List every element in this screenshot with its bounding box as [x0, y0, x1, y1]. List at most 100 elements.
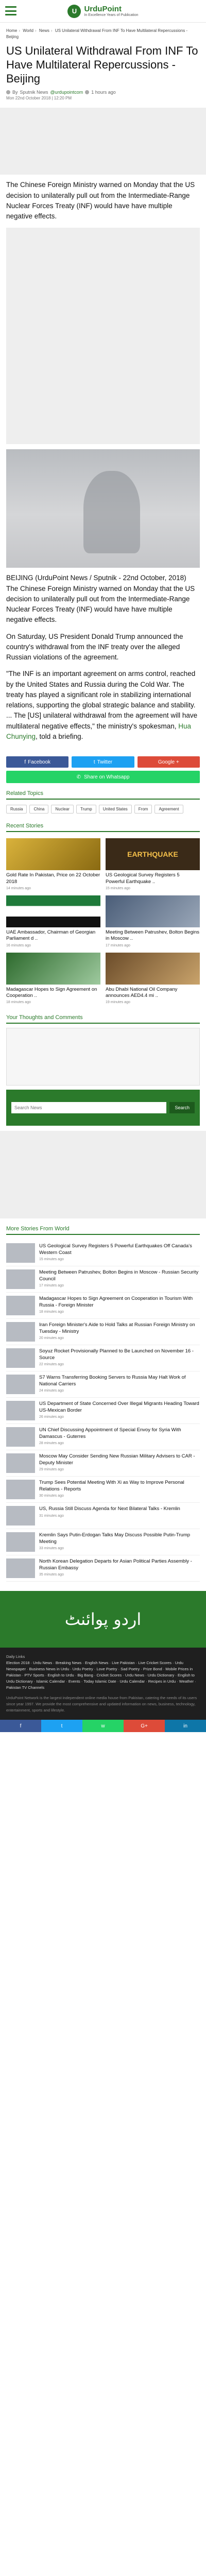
story-title: Kremlin Says Putin-Erdogan Talks May Dis… — [39, 1532, 191, 1545]
story-time: 18 minutes ago — [6, 1001, 31, 1005]
recent-story-card[interactable]: EARTHQUAKE US Geological Survey Register… — [106, 838, 200, 890]
clock-icon — [85, 90, 90, 95]
search-input[interactable] — [11, 1102, 167, 1114]
comments-heading: Your Thoughts and Comments — [6, 1014, 200, 1024]
list-item[interactable]: Iran Foreign Minister's Aide to Hold Tal… — [6, 1319, 200, 1346]
tag-nuclear[interactable]: Nuclear — [51, 805, 74, 814]
bottom-share-bar: f t w G+ in — [0, 1720, 206, 1733]
story-time: 17 minutes ago — [39, 1283, 64, 1287]
list-item[interactable]: US Geological Survey Registers 5 Powerfu… — [6, 1240, 200, 1267]
list-item[interactable]: Kremlin Says Putin-Erdogan Talks May Dis… — [6, 1529, 200, 1556]
list-item[interactable]: Meeting Between Patrushev, Bolton Begins… — [6, 1266, 200, 1293]
page-title: US Unilateral Withdrawal From INF To Hav… — [6, 44, 198, 85]
google-plus-icon[interactable]: G+ — [124, 1720, 165, 1733]
top-bar: U UrduPoint In Excellence Years of Publi… — [0, 0, 206, 23]
recent-story-card[interactable]: Gold Rate In Pakistan, Price on 22 Octob… — [6, 838, 100, 890]
tag-united-states[interactable]: United States — [98, 805, 132, 814]
story-title: US, Russia Still Discuss Agenda for Next… — [39, 1506, 180, 1512]
story-time: 31 minutes ago — [39, 1514, 64, 1518]
recent-story-card[interactable]: Madagascar Hopes to Sign Agreement on Co… — [6, 952, 100, 1005]
linkedin-icon[interactable]: in — [165, 1720, 206, 1733]
facebook-icon: f — [24, 759, 26, 765]
footer-links[interactable]: Election 2018 · Urdu News · Breaking New… — [6, 1660, 200, 1691]
related-topics-tags: Russia China Nuclear Trump United States… — [0, 803, 206, 816]
list-item[interactable]: UN Chief Discussing Appointment of Speci… — [6, 1424, 200, 1451]
facebook-share-button[interactable]: f Facebook — [6, 756, 69, 768]
article-lead: The Chinese Foreign Ministry warned on M… — [6, 181, 195, 221]
twitter-share-button[interactable]: t Twitter — [72, 756, 134, 768]
byline: By Sputnik News @urdupointcom 1 hours ag… — [0, 88, 206, 95]
breadcrumb-news[interactable]: News — [39, 28, 49, 33]
breadcrumb-home[interactable]: Home — [6, 28, 17, 33]
article-paragraph-3: "The INF is an important agreement on ar… — [6, 669, 200, 742]
list-item[interactable]: US, Russia Still Discuss Agenda for Next… — [6, 1503, 200, 1530]
story-thumbnail — [6, 1401, 35, 1421]
story-time: 35 minutes ago — [39, 1572, 64, 1577]
story-thumbnail — [6, 895, 100, 927]
quote-end: , told a briefing. — [36, 732, 83, 740]
recent-story-card[interactable]: Abu Dhabi National Oil Company announces… — [106, 952, 200, 1004]
site-logo[interactable]: U UrduPoint In Excellence Years of Publi… — [67, 4, 139, 18]
breadcrumb: Home › World › News › US Unilateral Withdra… — [6, 28, 188, 39]
breadcrumb-world[interactable]: World — [23, 28, 33, 33]
story-time: 17 minutes ago — [106, 943, 130, 947]
tag-from[interactable]: From — [134, 805, 152, 814]
whatsapp-share-button[interactable]: ✆ Share on Whatsapp — [6, 771, 200, 784]
comments-box[interactable] — [6, 1028, 200, 1086]
google-share-button[interactable]: Google + — [137, 756, 200, 768]
author-handle[interactable]: @urdupointcom — [50, 90, 83, 95]
author-icon — [6, 90, 10, 95]
ad-banner-bottom — [0, 1131, 206, 1219]
article-photo — [6, 449, 200, 568]
list-item[interactable]: Moscow May Consider Sending New Russian … — [6, 1450, 200, 1477]
list-item[interactable]: North Korean Delegation Departs for Asia… — [6, 1555, 200, 1582]
story-title: Trump Sees Potential Meeting With Xi as … — [39, 1480, 184, 1492]
story-title: Abu Dhabi National Oil Company announces… — [106, 986, 178, 998]
recent-story-card[interactable]: UAE Ambassador, Chairman of Georgian Par… — [6, 895, 100, 947]
story-time: 24 minutes ago — [39, 1388, 64, 1393]
story-thumbnail — [6, 1427, 35, 1447]
author-prefix: By — [12, 90, 18, 95]
share-row: f Facebook t Twitter Google + — [0, 756, 206, 768]
search-button[interactable]: Search — [169, 1102, 195, 1114]
list-item[interactable]: Trump Sees Potential Meeting With Xi as … — [6, 1477, 200, 1503]
story-title: UN Chief Discussing Appointment of Speci… — [39, 1427, 181, 1439]
story-title: US Geological Survey Registers 5 Powerfu… — [39, 1243, 192, 1256]
list-item[interactable]: US Department of State Concerned Over Il… — [6, 1398, 200, 1425]
publish-date: Mon 22nd October 2018 | 12:20 PM — [6, 96, 72, 101]
facebook-icon[interactable]: f — [0, 1720, 41, 1733]
list-item[interactable]: Soyuz Rocket Provisionally Planned to Be… — [6, 1345, 200, 1372]
author-link[interactable]: Sputnik News — [20, 90, 48, 95]
tag-trump[interactable]: Trump — [76, 805, 96, 814]
whatsapp-icon[interactable]: w — [82, 1720, 124, 1733]
facebook-label: Facebook — [28, 759, 51, 765]
story-thumbnail — [106, 952, 200, 985]
story-title: Madagascar Hopes to Sign Agreement on Co… — [6, 986, 97, 998]
logo-mark: U — [67, 4, 81, 18]
tag-agreement[interactable]: Agreement — [154, 805, 183, 814]
list-item[interactable]: S7 Warns Transferring Booking Servers to… — [6, 1371, 200, 1398]
list-item[interactable]: Madagascar Hopes to Sign Agreement on Co… — [6, 1293, 200, 1319]
tag-russia[interactable]: Russia — [6, 805, 27, 814]
story-title: Meeting Between Patrushev, Bolton Begins… — [39, 1269, 199, 1282]
story-title: North Korean Delegation Departs for Asia… — [39, 1558, 192, 1571]
story-thumbnail — [6, 1269, 35, 1290]
twitter-icon[interactable]: t — [41, 1720, 82, 1733]
story-thumbnail: EARTHQUAKE — [106, 838, 200, 871]
story-thumbnail — [6, 1480, 35, 1500]
story-time: 14 minutes ago — [6, 886, 31, 890]
logo-name: UrduPoint — [84, 4, 122, 13]
urdu-logo-banner[interactable]: اردو پوائنٹ — [0, 1591, 206, 1648]
story-thumbnail — [106, 895, 200, 927]
recent-story-card[interactable]: Meeting Between Patrushev, Bolton Begins… — [106, 895, 200, 947]
twitter-label: Twitter — [97, 759, 113, 765]
comments-area[interactable] — [7, 1028, 199, 1086]
story-time: 22 minutes ago — [39, 1362, 64, 1366]
menu-icon[interactable] — [5, 6, 16, 15]
recent-stories-heading: Recent Stories — [6, 823, 200, 833]
story-time: 28 minutes ago — [39, 1441, 64, 1445]
tag-china[interactable]: China — [29, 805, 49, 814]
story-time: 30 minutes ago — [39, 1494, 64, 1498]
story-time: 15 minutes ago — [106, 886, 130, 890]
google-label: Google + — [158, 759, 179, 765]
